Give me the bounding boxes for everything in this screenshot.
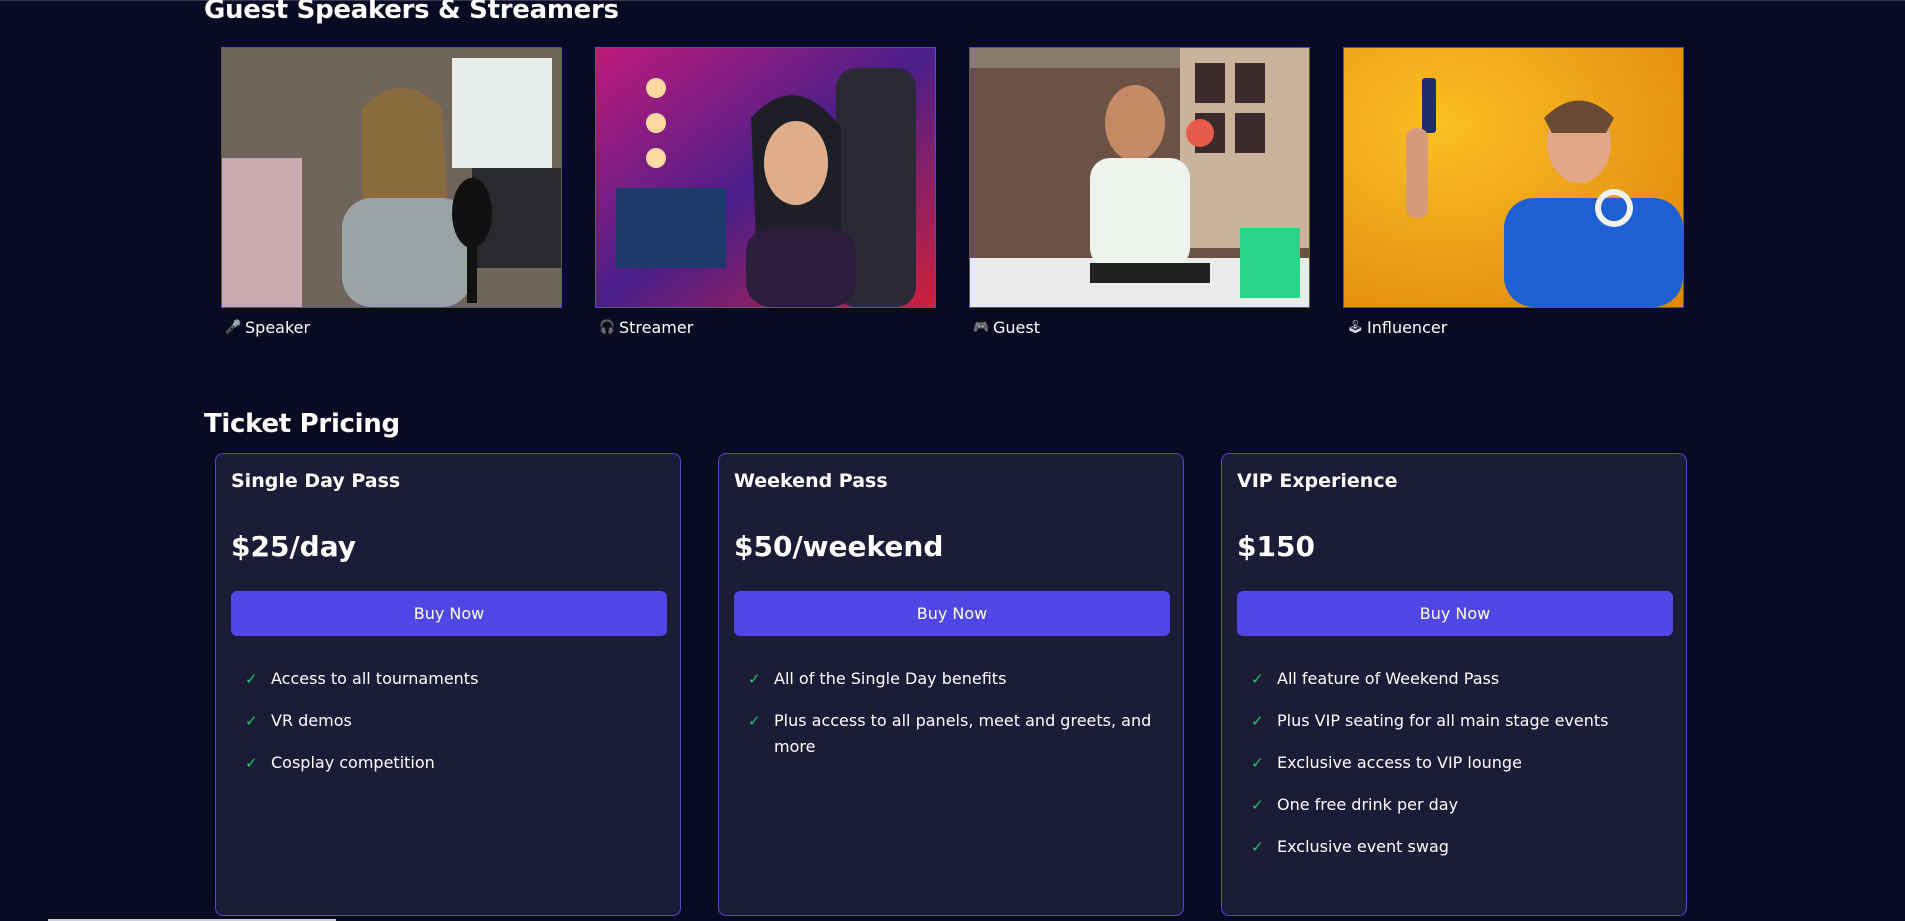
check-icon: ✓ (245, 712, 258, 730)
pricing-card-price: $25/day (231, 530, 357, 563)
speaker-caption: 🎧 Streamer (595, 318, 936, 337)
speaker-caption: 🎤 Speaker (221, 318, 562, 337)
microphone-icon: 🎤 (225, 320, 242, 335)
speaker-card: 🕹 Influencer (1343, 47, 1684, 337)
check-icon: ✓ (245, 754, 258, 772)
speaker-card: 🎮 Guest (969, 47, 1310, 337)
check-icon: ✓ (748, 670, 761, 688)
feature-text: Plus access to all panels, meet and gree… (774, 711, 1152, 756)
feature-list: ✓ Access to all tournaments ✓ VR demos ✓… (231, 666, 665, 776)
check-icon: ✓ (245, 670, 258, 688)
feature-text: Exclusive event swag (1277, 837, 1449, 856)
feature-item: ✓ Exclusive access to VIP lounge (1251, 750, 1671, 776)
speaker-label: Influencer (1367, 318, 1448, 337)
feature-item: ✓ Access to all tournaments (245, 666, 665, 692)
feature-list: ✓ All feature of Weekend Pass ✓ Plus VIP… (1237, 666, 1671, 860)
feature-list: ✓ All of the Single Day benefits ✓ Plus … (734, 666, 1168, 760)
pricing-grid: Single Day Pass $25/day Buy Now ✓ Access… (215, 453, 1687, 916)
buy-now-button[interactable]: Buy Now (734, 591, 1170, 636)
check-icon: ✓ (748, 712, 761, 730)
pricing-card-weekend: Weekend Pass $50/weekend Buy Now ✓ All o… (718, 453, 1184, 916)
speaker-photo (969, 47, 1310, 308)
speakers-section-title: Guest Speakers & Streamers (204, 0, 619, 25)
check-icon: ✓ (1251, 796, 1264, 814)
speaker-label: Guest (993, 318, 1040, 337)
speaker-grid: 🎤 Speaker 🎧 Streamer 🎮 Guest 🕹 Influence… (221, 47, 1684, 337)
speaker-photo (595, 47, 936, 308)
check-icon: ✓ (1251, 712, 1264, 730)
feature-item: ✓ One free drink per day (1251, 792, 1671, 818)
speaker-caption: 🕹 Influencer (1343, 318, 1684, 337)
speaker-card: 🎧 Streamer (595, 47, 936, 337)
gamepad-icon: 🎮 (973, 320, 990, 335)
speaker-card: 🎤 Speaker (221, 47, 562, 337)
buy-now-button[interactable]: Buy Now (231, 591, 667, 636)
feature-text: VR demos (271, 711, 352, 730)
pricing-card-title: Weekend Pass (734, 470, 888, 492)
feature-text: All feature of Weekend Pass (1277, 669, 1500, 688)
pricing-card-title: VIP Experience (1237, 470, 1398, 492)
pricing-section-title: Ticket Pricing (204, 409, 400, 439)
pricing-card-single-day: Single Day Pass $25/day Buy Now ✓ Access… (215, 453, 681, 916)
pricing-card-price: $50/weekend (734, 530, 944, 563)
feature-text: Cosplay competition (271, 753, 435, 772)
feature-item: ✓ Exclusive event swag (1251, 834, 1671, 860)
speaker-label: Streamer (619, 318, 694, 337)
feature-text: Exclusive access to VIP lounge (1277, 753, 1522, 772)
headphones-icon: 🎧 (599, 320, 616, 335)
pricing-card-vip: VIP Experience $150 Buy Now ✓ All featur… (1221, 453, 1687, 916)
page: Guest Speakers & Streamers 🎤 Speaker 🎧 S… (0, 0, 1905, 921)
feature-text: Access to all tournaments (271, 669, 479, 688)
speaker-caption: 🎮 Guest (969, 318, 1310, 337)
speaker-photo (221, 47, 562, 308)
feature-text: One free drink per day (1277, 795, 1459, 814)
pricing-card-price: $150 (1237, 530, 1315, 563)
feature-item: ✓ Plus VIP seating for all main stage ev… (1251, 708, 1671, 734)
feature-item: ✓ All of the Single Day benefits (748, 666, 1168, 692)
check-icon: ✓ (1251, 838, 1264, 856)
pricing-card-title: Single Day Pass (231, 470, 401, 492)
feature-item: ✓ VR demos (245, 708, 665, 734)
check-icon: ✓ (1251, 670, 1264, 688)
speaker-photo (1343, 47, 1684, 308)
buy-now-button[interactable]: Buy Now (1237, 591, 1673, 636)
feature-text: All of the Single Day benefits (774, 669, 1007, 688)
feature-item: ✓ All feature of Weekend Pass (1251, 666, 1671, 692)
feature-text: Plus VIP seating for all main stage even… (1277, 711, 1609, 730)
feature-item: ✓ Cosplay competition (245, 750, 665, 776)
joystick-icon: 🕹 (1347, 320, 1364, 335)
feature-item: ✓ Plus access to all panels, meet and gr… (748, 708, 1168, 760)
speaker-label: Speaker (245, 318, 311, 337)
check-icon: ✓ (1251, 754, 1264, 772)
